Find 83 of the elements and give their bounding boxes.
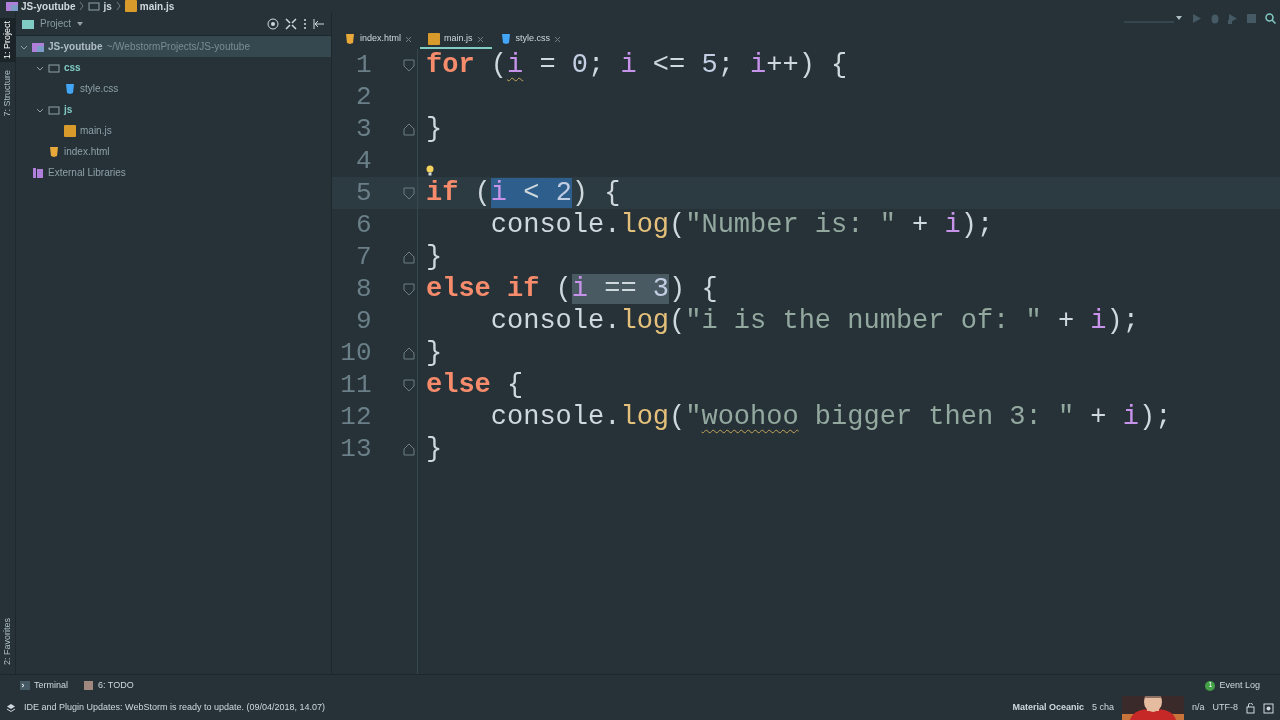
tree-item[interactable]: css [16, 57, 331, 78]
target-icon [267, 17, 279, 30]
tree-item[interactable]: style.css [16, 78, 331, 99]
line-number: 3 [354, 113, 372, 145]
js-file-icon [428, 33, 441, 45]
tree-item[interactable]: JS-youtube ~/WebstormProjects/JS-youtube [16, 36, 331, 57]
code-line: console.log("Number is: " + i); [489, 209, 994, 241]
tree-item[interactable]: main.js [16, 120, 331, 141]
folder-icon [48, 61, 60, 74]
project-folder-icon [32, 40, 44, 53]
code-line: else { [425, 369, 524, 401]
line-number: 6 [354, 209, 372, 241]
inspector-icon [1263, 702, 1274, 714]
editor-tab[interactable]: style.css [491, 31, 570, 49]
line-number: 5 [354, 177, 372, 209]
css-file-icon [499, 33, 512, 45]
line-number: 1 [354, 49, 372, 81]
chevron-icon [115, 1, 121, 11]
tool-window-button[interactable]: Terminal [20, 678, 68, 693]
js-file-icon [124, 0, 137, 12]
folder-icon [22, 17, 34, 30]
coverage-icon [1228, 12, 1238, 24]
status-item[interactable]: 5 cha [1091, 701, 1114, 715]
code-line: else if (i == 3) { [425, 273, 718, 305]
status-item[interactable]: UTF-8 [1212, 701, 1238, 715]
list-icon [84, 680, 94, 691]
layers-icon [6, 703, 16, 713]
tool-window-tab[interactable]: 1: Project [0, 18, 16, 63]
more-icon [303, 17, 307, 30]
tool-window-button[interactable]: 6: TODO [84, 678, 134, 693]
tool-window-tab[interactable]: 2: Favorites [0, 614, 16, 668]
tree-item[interactable]: index.html [16, 141, 331, 162]
status-item[interactable]: n/a [1192, 701, 1205, 715]
close-icon [476, 35, 484, 43]
close-icon [554, 35, 562, 43]
folder-icon [88, 0, 101, 12]
hide-panel-icon [313, 17, 325, 30]
bug-icon [1210, 12, 1220, 24]
library-icon [32, 166, 44, 179]
terminal-icon [20, 680, 30, 691]
code-line: } [425, 113, 443, 145]
collapse-icon [285, 17, 297, 30]
js-file-icon [64, 124, 76, 137]
code-line: if (i < 2) { [425, 177, 621, 209]
folder-icon [48, 103, 60, 116]
editor-tab[interactable]: main.js [420, 31, 492, 49]
breadcrumb-item[interactable]: main.js [124, 0, 175, 14]
theme-name[interactable]: Material Oceanic [1012, 701, 1084, 715]
run-config-dropdown[interactable] [1124, 13, 1184, 23]
code-line: console.log("i is the number of: " + i); [489, 305, 1139, 337]
code-line: } [425, 337, 443, 369]
chevron-icon [79, 1, 85, 11]
project-folder-icon [6, 0, 18, 12]
breadcrumb-item[interactable]: JS-youtube [6, 0, 76, 14]
line-number: 8 [354, 273, 372, 305]
status-message[interactable]: IDE and Plugin Updates: WebStorm is ready to update. (09/04/2018, 14.07) [24, 701, 326, 715]
css-file-icon [64, 82, 76, 95]
line-number: 9 [354, 305, 372, 337]
breadcrumb-item[interactable]: js [88, 0, 112, 14]
line-number: 13 [339, 433, 372, 465]
run-icon [1192, 12, 1202, 24]
editor-tab[interactable]: index.html [336, 31, 421, 49]
line-number: 2 [354, 81, 372, 113]
code-line: } [425, 433, 443, 465]
tree-item[interactable]: External Libraries [16, 162, 331, 183]
html-file-icon [48, 145, 60, 158]
dropdown-caret-icon [77, 21, 84, 26]
lock-icon [1246, 702, 1255, 714]
code-line: console.log("woohoo bigger then 3: " + i); [489, 401, 1172, 433]
stop-icon [1246, 12, 1257, 24]
line-number: 11 [339, 369, 372, 401]
tool-window-tab[interactable]: 7: Structure [0, 67, 16, 120]
line-number: 12 [339, 401, 372, 433]
close-icon [405, 35, 413, 43]
search-icon [1265, 12, 1276, 24]
tree-item[interactable]: js [16, 99, 331, 120]
code-line: for (i = 0; i <= 5; i++) { [425, 49, 848, 81]
line-number: 4 [354, 145, 372, 177]
panel-title[interactable]: Project [40, 16, 72, 31]
line-number: 10 [339, 337, 372, 369]
line-number: 7 [354, 241, 372, 273]
html-file-icon [344, 33, 356, 45]
code-line: } [425, 241, 443, 273]
